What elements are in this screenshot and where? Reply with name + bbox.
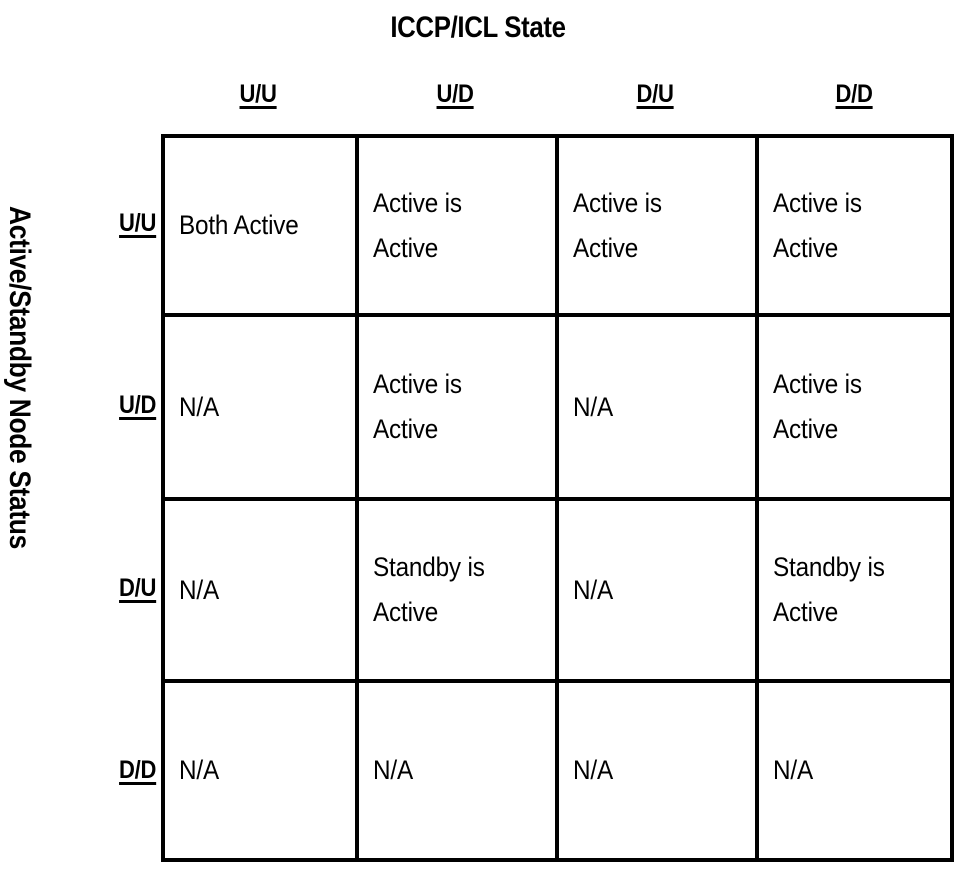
column-header-dd: D/D	[755, 80, 954, 122]
table-cell: Active is Active	[559, 138, 759, 317]
cell-text: Active is Active	[373, 187, 462, 263]
row-header-column: U/U U/D D/U D/D	[60, 134, 156, 862]
column-header-ud: U/D	[355, 80, 555, 122]
row-header-du: D/U	[60, 497, 156, 679]
cell-text: N/A	[179, 755, 219, 785]
table-cell: N/A	[165, 317, 359, 501]
cell-text: Both Active	[179, 210, 299, 240]
row-header-label: U/D	[118, 390, 156, 419]
state-matrix-table: Both Active Active is Active Active is A…	[161, 134, 954, 862]
cell-text: N/A	[573, 574, 613, 605]
cell-text: N/A	[179, 574, 219, 605]
table-cell: N/A	[559, 501, 759, 683]
row-header-uu: U/U	[60, 134, 156, 313]
column-header-label: D/U	[636, 80, 674, 108]
table-cell: Active is Active	[359, 138, 559, 317]
table-cell: N/A	[165, 683, 359, 858]
column-header-du: D/U	[555, 80, 755, 122]
cell-text: Active is Active	[373, 369, 462, 444]
table-cell: Active is Active	[759, 138, 950, 317]
cell-text: N/A	[573, 391, 613, 422]
cell-text: Standby is Active	[773, 552, 885, 627]
table-cell: Standby is Active	[359, 501, 559, 683]
column-header-row: U/U U/D D/U D/D	[161, 80, 954, 122]
cell-text: Active is Active	[773, 369, 862, 444]
table-cell: Both Active	[165, 138, 359, 317]
vertical-axis-label: Active/Standby Node Status	[0, 206, 44, 746]
page-title: ICCP/ICL State	[390, 11, 566, 44]
row-header-label: D/D	[118, 756, 156, 784]
table-cell: N/A	[559, 683, 759, 858]
table-cell: N/A	[759, 683, 950, 858]
table-cell: N/A	[559, 317, 759, 501]
table-cell: Standby is Active	[759, 501, 950, 683]
row-header-label: U/U	[118, 209, 156, 237]
table-cell: N/A	[359, 683, 559, 858]
table-cell: N/A	[165, 501, 359, 683]
table-cell: Active is Active	[359, 317, 559, 501]
column-header-label: D/D	[835, 80, 874, 108]
column-header-uu: U/U	[161, 80, 355, 122]
column-header-label: U/D	[436, 80, 474, 108]
cell-text: N/A	[773, 755, 813, 785]
row-header-label: D/U	[118, 573, 156, 602]
cell-text: N/A	[573, 755, 613, 785]
row-header-dd: D/D	[60, 679, 156, 862]
cell-text: Standby is Active	[373, 552, 485, 627]
row-header-ud: U/D	[60, 313, 156, 497]
cell-text: N/A	[179, 391, 219, 422]
table-cell: Active is Active	[759, 317, 950, 501]
cell-text: N/A	[373, 755, 413, 785]
cell-text: Active is Active	[573, 187, 662, 263]
column-header-label: U/U	[239, 80, 277, 108]
vertical-axis-label-text: Active/Standby Node Status	[3, 206, 36, 549]
cell-text: Active is Active	[773, 187, 862, 263]
